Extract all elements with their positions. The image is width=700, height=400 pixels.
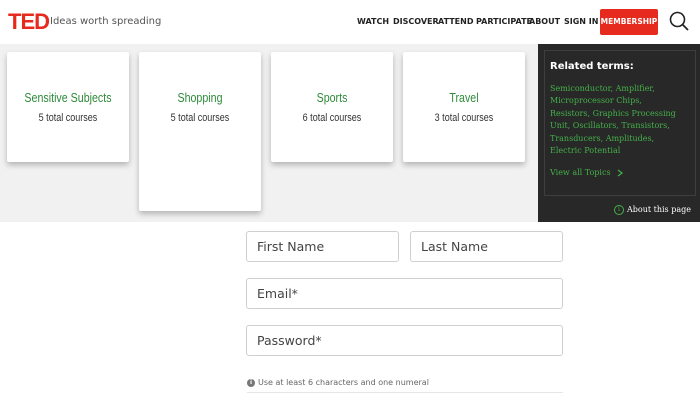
- password-hint: i Use at least 6 characters and one numer…: [247, 378, 429, 387]
- nav-participate[interactable]: PARTICIPATE: [476, 17, 532, 26]
- related-terms-panel: Related terms: Semiconductor, Amplifier,…: [538, 44, 700, 222]
- view-all-topics-label: View all Topics: [550, 168, 611, 177]
- password-input[interactable]: [247, 326, 562, 355]
- related-terms-heading: Related terms:: [550, 61, 634, 72]
- nav-attend[interactable]: ATTEND: [438, 17, 473, 26]
- chevron-right-icon: [617, 169, 624, 177]
- topic-course-count: 5 total courses: [38, 112, 98, 124]
- about-this-page-link[interactable]: i About this page: [614, 205, 691, 215]
- last-name-input[interactable]: [411, 232, 562, 261]
- password-hint-text: Use at least 6 characters and one numera…: [258, 378, 429, 387]
- topic-card-sports[interactable]: Sports 6 total courses: [271, 52, 393, 162]
- tagline: Ideas worth spreading: [50, 16, 162, 27]
- last-name-field[interactable]: [410, 231, 563, 262]
- topic-card-shopping[interactable]: Shopping 5 total courses: [139, 52, 261, 211]
- related-terms-list[interactable]: Semiconductor, Amplifier, Microprocessor…: [550, 83, 684, 157]
- info-icon: i: [614, 205, 624, 215]
- nav-sign-in[interactable]: SIGN IN: [564, 17, 598, 26]
- topic-course-count: 5 total courses: [170, 112, 230, 124]
- nav-about[interactable]: ABOUT: [529, 17, 560, 26]
- topic-title: Shopping: [177, 90, 223, 105]
- topic-course-count: 3 total courses: [434, 112, 494, 124]
- site-header: TED Ideas worth spreading WATCH DISCOVER…: [0, 0, 700, 45]
- nav-watch[interactable]: WATCH: [357, 17, 389, 26]
- password-field[interactable]: [246, 325, 563, 356]
- email-input[interactable]: [247, 279, 562, 308]
- first-name-input[interactable]: [247, 232, 398, 261]
- about-this-page-label: About this page: [627, 205, 691, 214]
- topic-title: Sports: [316, 90, 348, 105]
- search-icon[interactable]: [669, 11, 689, 31]
- ted-logo[interactable]: TED: [8, 9, 50, 35]
- nav-discover[interactable]: DISCOVER: [393, 17, 439, 26]
- topic-title: Travel: [449, 90, 479, 105]
- topic-card-sensitive-subjects[interactable]: Sensitive Subjects 5 total courses: [7, 52, 129, 162]
- first-name-field[interactable]: [246, 231, 399, 262]
- divider: [247, 392, 563, 393]
- membership-button[interactable]: MEMBERSHIP: [600, 9, 658, 35]
- topic-course-count: 6 total courses: [302, 112, 362, 124]
- email-field[interactable]: [246, 278, 563, 309]
- info-icon: i: [247, 378, 255, 387]
- topic-card-travel[interactable]: Travel 3 total courses: [403, 52, 525, 162]
- topic-title: Sensitive Subjects: [24, 90, 112, 105]
- view-all-topics-link[interactable]: View all Topics: [550, 168, 624, 177]
